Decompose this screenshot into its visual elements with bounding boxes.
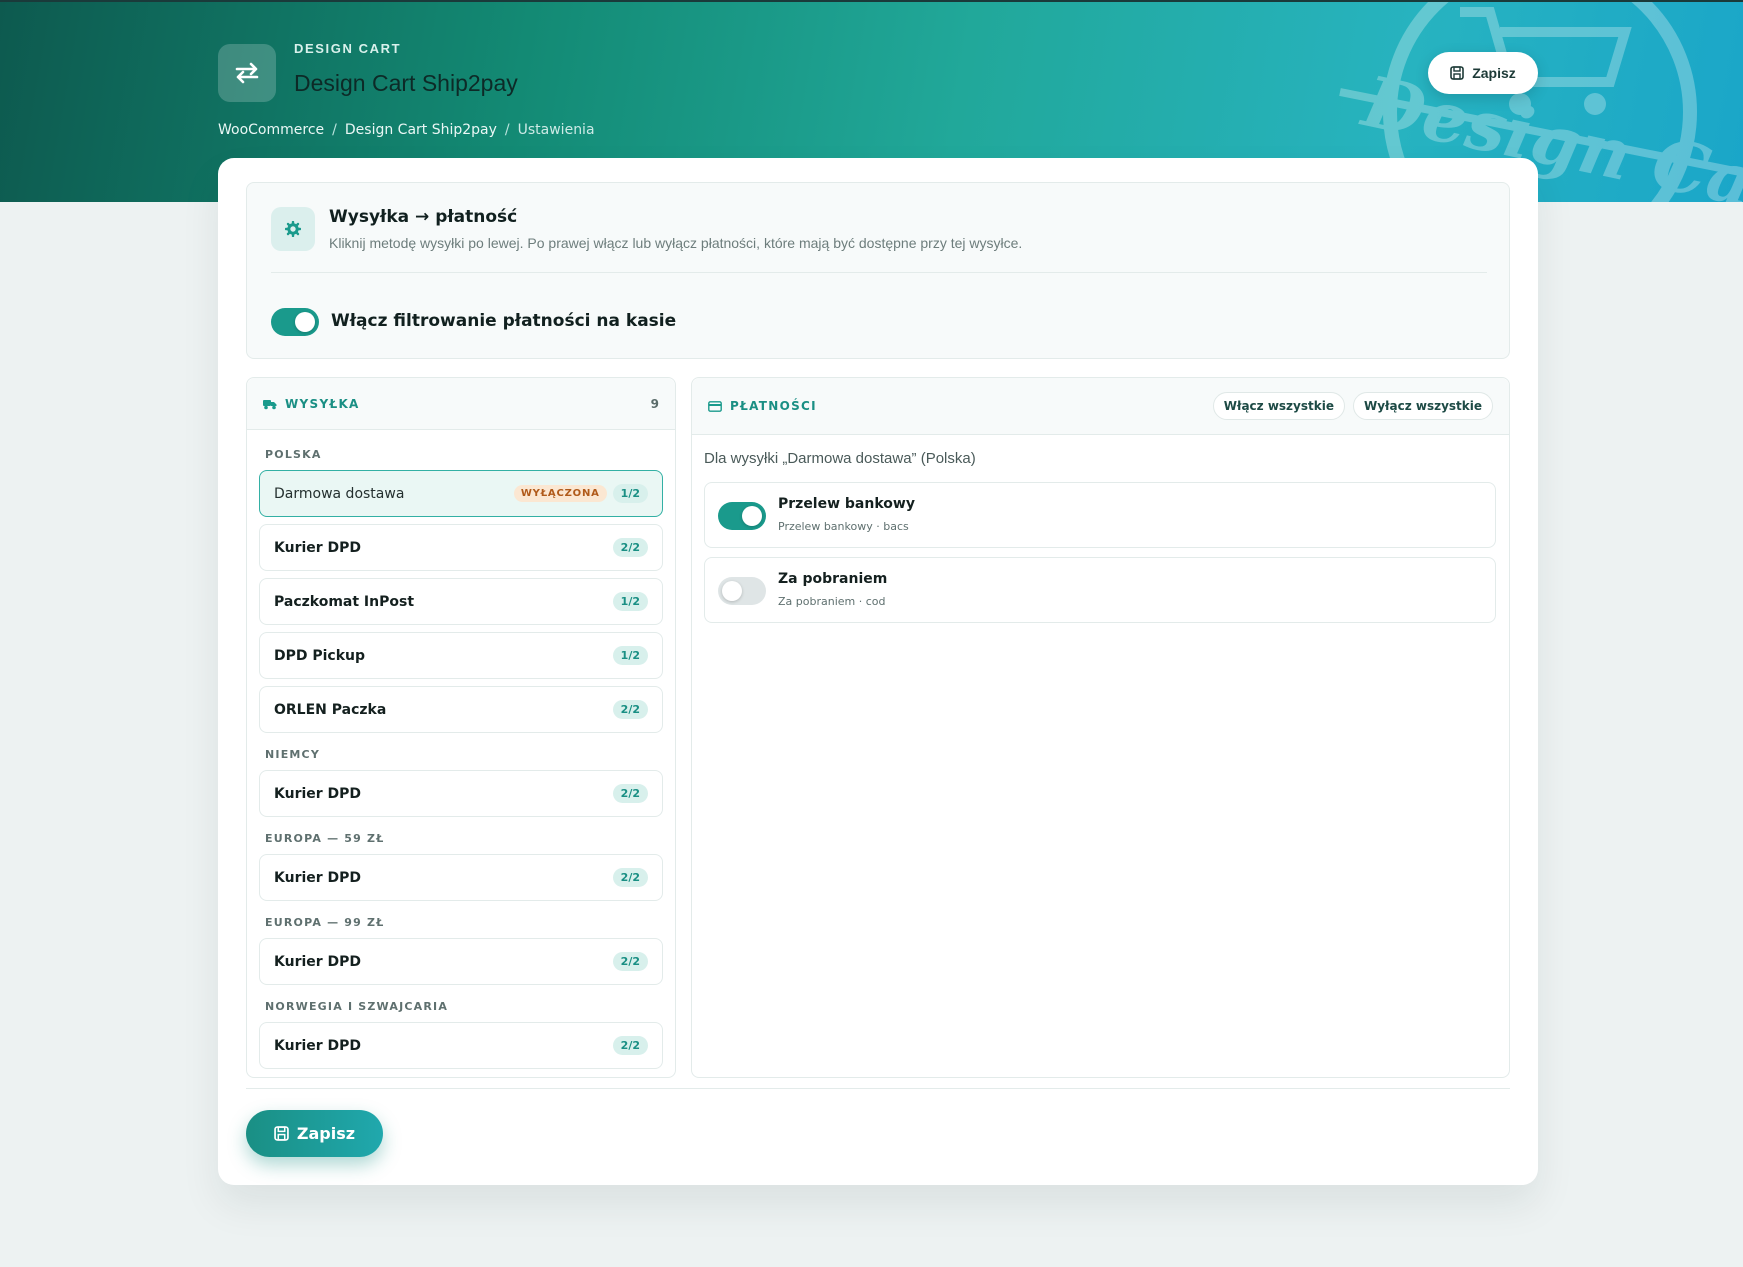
breadcrumb-ship2pay[interactable]: Design Cart Ship2pay: [345, 122, 497, 138]
section-title: Wysyłka → płatność: [329, 207, 518, 227]
status-badge-disabled: WYŁĄCZONA: [513, 485, 607, 502]
shipping-item-name: DPD Pickup: [274, 647, 366, 664]
credit-card-icon: [708, 400, 722, 412]
section-description: Kliknij metodę wysyłki po lewej. Po praw…: [329, 235, 1023, 251]
shipping-item-kurier-dpd[interactable]: Kurier DPD 2/2: [259, 524, 663, 571]
divider: [246, 1088, 1510, 1089]
shipping-count: 9: [650, 396, 659, 411]
shipping-item-orlen-paczka[interactable]: ORLEN Paczka 2/2: [259, 686, 663, 733]
payment-count-badge: 2/2: [612, 952, 648, 971]
payment-count-badge: 1/2: [612, 592, 648, 611]
payment-name: Za pobraniem: [778, 571, 888, 587]
shipping-panel: WYSYŁKA 9 POLSKA Darmowa dostawa WYŁĄCZO…: [246, 377, 676, 1078]
disable-all-button[interactable]: Wyłącz wszystkie: [1352, 392, 1493, 420]
app-kicker: DESIGN CART: [294, 41, 402, 56]
filter-payments-toggle-label: Włącz filtrowanie płatności na kasie: [331, 311, 677, 331]
floppy-disk-icon: [274, 1126, 289, 1141]
payment-toggle[interactable]: [718, 577, 766, 605]
group-label-europa-99: EUROPA — 99 ZŁ: [265, 916, 385, 929]
payment-id: Przelew bankowy · bacs: [778, 520, 909, 533]
payment-id: Za pobraniem · cod: [778, 595, 886, 608]
floppy-disk-icon: [1450, 66, 1465, 80]
shipping-item-darmowa-dostawa[interactable]: Darmowa dostawa WYŁĄCZONA 1/2: [259, 470, 663, 517]
shipping-item-paczkomat-inpost[interactable]: Paczkomat InPost 1/2: [259, 578, 663, 625]
breadcrumb-woocommerce[interactable]: WooCommerce: [218, 122, 324, 138]
shipping-item-name: Kurier DPD: [274, 785, 362, 802]
payment-toggle[interactable]: [718, 502, 766, 530]
save-button-top-label: Zapisz: [1472, 65, 1516, 81]
payments-panel: PŁATNOŚCI Włącz wszystkie Wyłącz wszystk…: [691, 377, 1510, 1078]
payment-count-badge: 2/2: [612, 538, 648, 557]
payment-count-badge: 1/2: [612, 646, 648, 665]
divider: [271, 272, 1487, 273]
shipping-item-dpd-pickup[interactable]: DPD Pickup 1/2: [259, 632, 663, 679]
breadcrumb: WooCommerce / Design Cart Ship2pay / Ust…: [218, 122, 595, 138]
shipping-item-name: Kurier DPD: [274, 953, 362, 970]
shipping-item-name: Kurier DPD: [274, 869, 362, 886]
shipping-list: POLSKA Darmowa dostawa WYŁĄCZONA 1/2 Kur…: [247, 430, 675, 1069]
payment-item-za-pobraniem: Za pobraniem Za pobraniem · cod: [704, 557, 1496, 623]
shipping-item-kurier-dpd[interactable]: Kurier DPD 2/2: [259, 938, 663, 985]
settings-section: Wysyłka → płatność Kliknij metodę wysyłk…: [246, 182, 1510, 359]
payment-name: Przelew bankowy: [778, 496, 915, 512]
payment-count-badge: 2/2: [612, 1036, 648, 1055]
shipping-item-name: ORLEN Paczka: [274, 701, 387, 718]
shipping-item-kurier-dpd[interactable]: Kurier DPD 2/2: [259, 770, 663, 817]
payment-count-badge: 2/2: [612, 784, 648, 803]
payments-panel-header: PŁATNOŚCI Włącz wszystkie Wyłącz wszystk…: [692, 378, 1509, 435]
save-button-bottom[interactable]: Zapisz: [246, 1110, 383, 1157]
payment-count-badge: 2/2: [612, 700, 648, 719]
gear-icon: [271, 207, 315, 251]
shipping-item-kurier-dpd[interactable]: Kurier DPD 2/2: [259, 854, 663, 901]
payments-panel-title: PŁATNOŚCI: [730, 399, 817, 413]
shipping-item-name: Paczkomat InPost: [274, 593, 415, 610]
shipping-panel-header: WYSYŁKA 9: [247, 378, 675, 430]
group-label-polska: POLSKA: [265, 448, 322, 461]
shipping-item-name: Kurier DPD: [274, 539, 362, 556]
breadcrumb-separator: /: [504, 122, 510, 138]
shipping-item-name: Kurier DPD: [274, 1037, 362, 1054]
settings-card: Wysyłka → płatność Kliknij metodę wysyłk…: [218, 158, 1538, 1185]
page-title: Design Cart Ship2pay: [294, 70, 518, 96]
group-label-niemcy: NIEMCY: [265, 748, 320, 761]
save-button-top[interactable]: Zapisz: [1428, 52, 1538, 94]
payment-count-badge: 1/2: [612, 484, 648, 503]
truck-icon: [263, 399, 277, 409]
breadcrumb-current: Ustawienia: [517, 122, 595, 138]
group-label-norwegia-szwajcaria: NORWEGIA I SZWAJCARIA: [265, 1000, 449, 1013]
payment-item-przelew-bankowy: Przelew bankowy Przelew bankowy · bacs: [704, 482, 1496, 548]
enable-all-button[interactable]: Włącz wszystkie: [1212, 392, 1345, 420]
payments-context-label: Dla wysyłki „Darmowa dostawa” (Polska): [704, 450, 976, 467]
save-button-bottom-label: Zapisz: [296, 1124, 356, 1143]
shipping-panel-title: WYSYŁKA: [285, 396, 360, 411]
shipping-item-kurier-dpd[interactable]: Kurier DPD 2/2: [259, 1022, 663, 1069]
filter-payments-toggle[interactable]: [271, 308, 319, 336]
transfer-arrows-icon: [218, 44, 276, 102]
breadcrumb-separator: /: [332, 122, 337, 138]
group-label-europa-59: EUROPA — 59 ZŁ: [265, 832, 385, 845]
payment-count-badge: 2/2: [612, 868, 648, 887]
shipping-item-name: Darmowa dostawa: [274, 485, 405, 502]
